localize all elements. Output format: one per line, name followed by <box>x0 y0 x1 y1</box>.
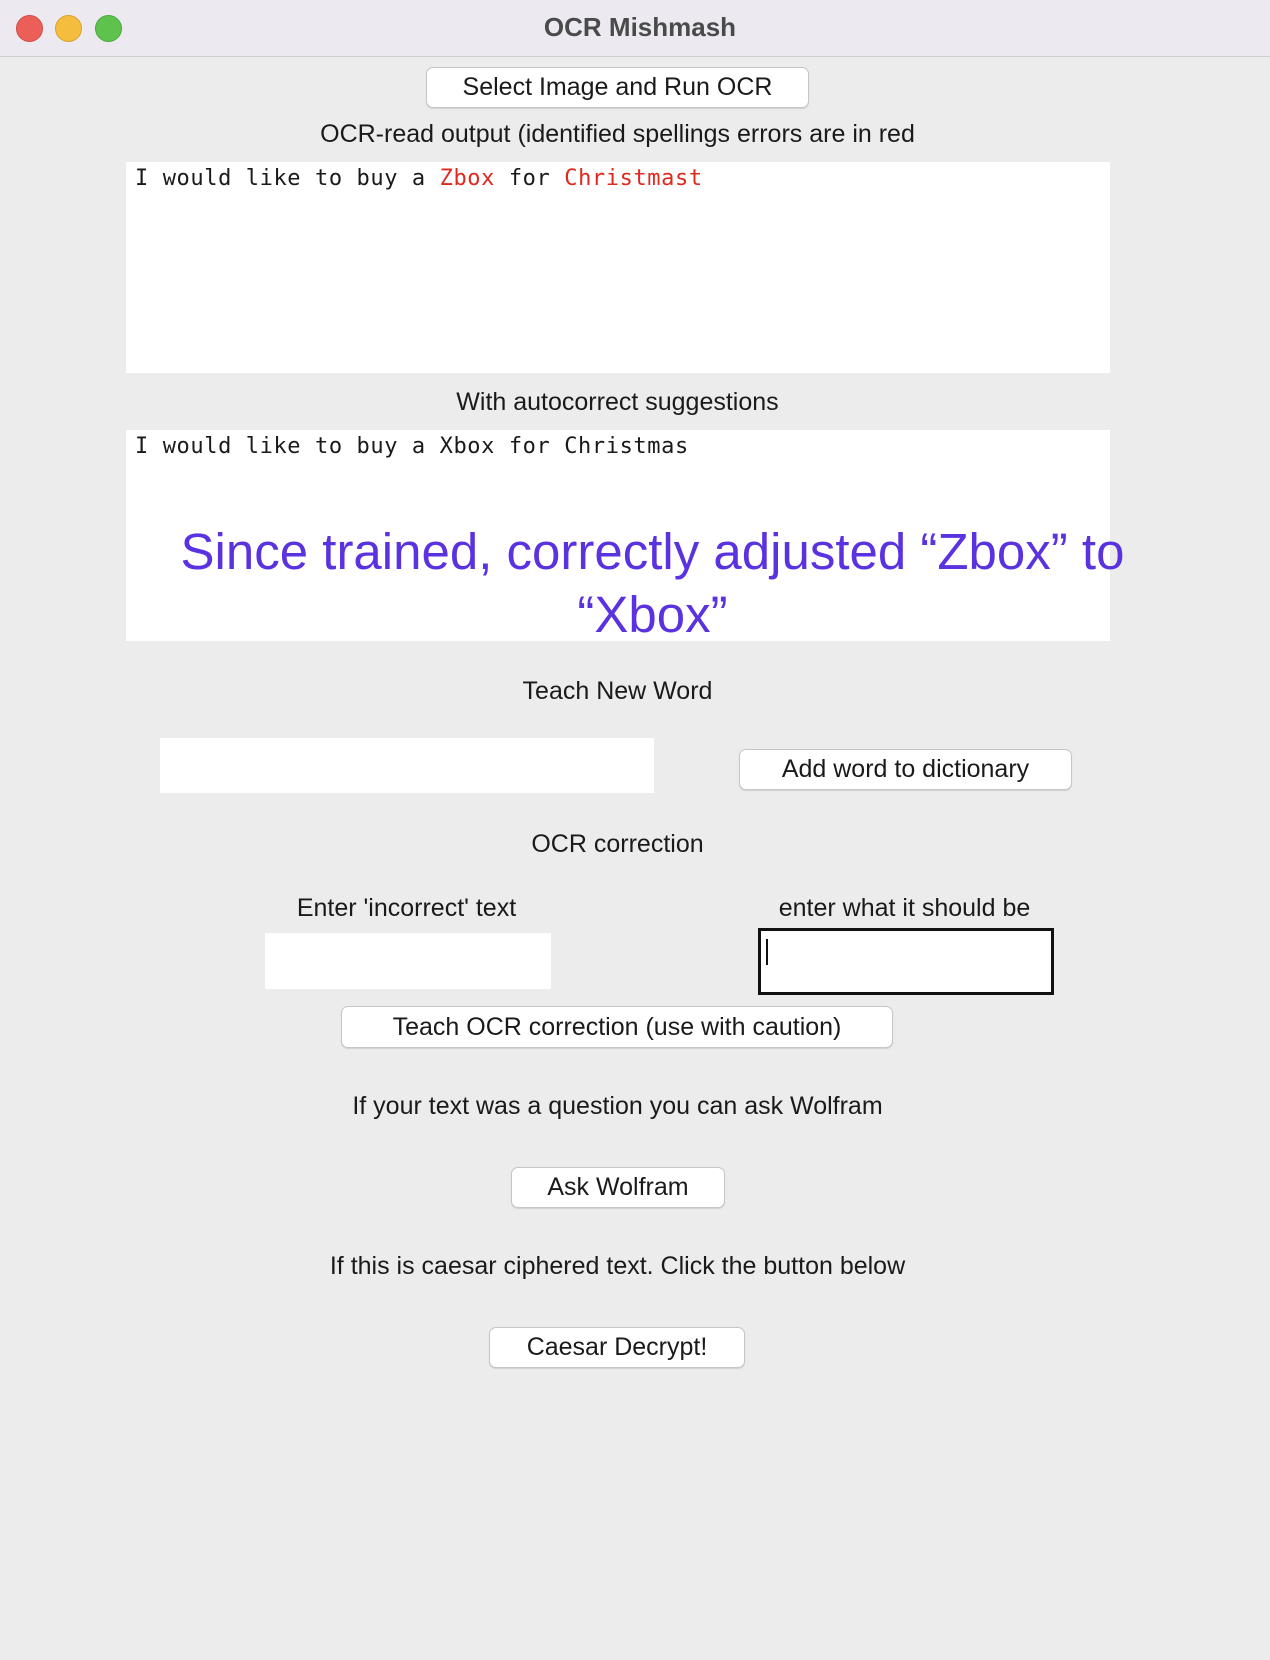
caesar-decrypt-button[interactable]: Caesar Decrypt! <box>489 1327 745 1368</box>
should-be-input[interactable] <box>758 928 1054 995</box>
teach-correction-button[interactable]: Teach OCR correction (use with caution) <box>341 1006 893 1048</box>
window-title: OCR Mishmash <box>543 12 737 42</box>
title-bar: OCR Mishmash <box>0 0 1270 57</box>
new-word-input[interactable] <box>160 738 654 793</box>
annotation-overlay: Since trained, correctly adjusted “Zbox”… <box>120 520 1185 646</box>
ocr-output-textbox[interactable]: I would like to buy a Zbox for Christmas… <box>126 162 1110 373</box>
app-window: OCR Mishmash Select Image and Run OCR OC… <box>0 0 1270 1660</box>
select-image-button[interactable]: Select Image and Run OCR <box>426 67 809 108</box>
ocr-error-word: Zbox <box>439 166 495 191</box>
annotation-line-2: “Xbox” <box>577 586 728 643</box>
annotation-line-1: Since trained, correctly adjusted “Zbox”… <box>180 523 1125 580</box>
ocr-output-label: OCR-read output (identified spellings er… <box>320 120 915 148</box>
ocr-error-word: Christmast <box>564 166 703 191</box>
ocr-segment: I would like to buy a <box>135 166 440 191</box>
text-caret <box>766 939 768 965</box>
ask-wolfram-button[interactable]: Ask Wolfram <box>511 1167 725 1208</box>
autocorrect-label: With autocorrect suggestions <box>456 388 779 416</box>
should-be-label: enter what it should be <box>778 894 1031 922</box>
add-word-button[interactable]: Add word to dictionary <box>739 749 1072 790</box>
incorrect-text-input[interactable] <box>265 933 551 989</box>
teach-new-word-heading: Teach New Word <box>522 677 713 705</box>
ocr-correction-heading: OCR correction <box>531 830 704 858</box>
ocr-segment: for <box>494 166 565 191</box>
autocorrect-text: I would like to buy a Xbox for Christmas <box>135 434 689 459</box>
ocr-output-text: I would like to buy a Zbox for Christmas… <box>135 166 703 191</box>
incorrect-text-label: Enter 'incorrect' text <box>296 894 517 922</box>
caesar-hint-label: If this is caesar ciphered text. Click t… <box>329 1252 906 1280</box>
wolfram-hint-label: If your text was a question you can ask … <box>352 1092 883 1120</box>
